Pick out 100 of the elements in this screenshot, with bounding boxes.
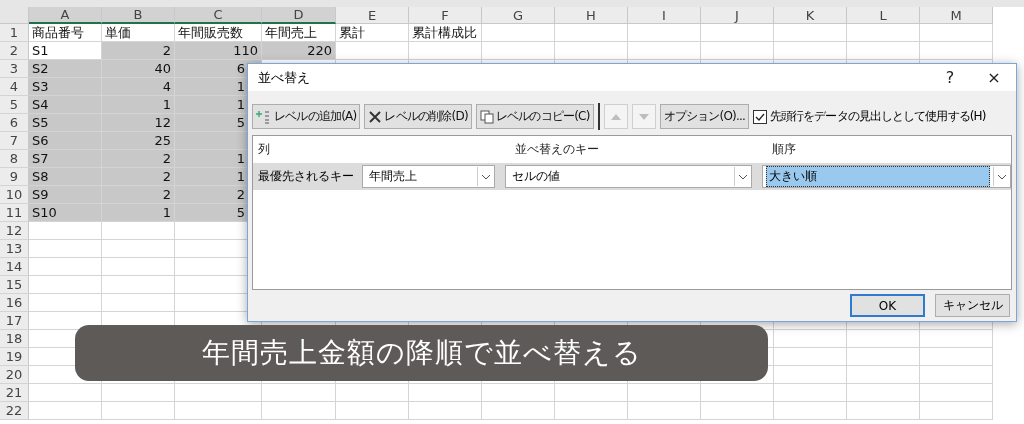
row-header[interactable]: 14	[0, 258, 29, 276]
column-header[interactable]: B	[102, 7, 175, 24]
table-cell[interactable]: 1	[102, 96, 175, 114]
toolbar-button[interactable]: レベルの追加(A)	[252, 104, 361, 129]
table-cell[interactable]	[847, 42, 920, 60]
table-cell[interactable]	[847, 330, 920, 348]
table-cell[interactable]	[920, 348, 993, 366]
row-header[interactable]: 2	[0, 42, 29, 60]
table-cell[interactable]: S3	[29, 78, 102, 96]
row-header[interactable]: 21	[0, 384, 29, 402]
row-header[interactable]: 8	[0, 150, 29, 168]
table-cell[interactable]	[102, 276, 175, 294]
table-cell[interactable]	[482, 402, 555, 420]
table-cell[interactable]: 単価	[102, 24, 175, 42]
table-cell[interactable]: S4	[29, 96, 102, 114]
table-cell[interactable]	[628, 384, 701, 402]
table-cell[interactable]: S7	[29, 150, 102, 168]
dropdown-icon[interactable]	[481, 173, 491, 180]
row-header[interactable]: 5	[0, 96, 29, 114]
row-header[interactable]: 6	[0, 114, 29, 132]
table-cell[interactable]: 25	[102, 132, 175, 150]
table-cell[interactable]	[336, 384, 409, 402]
table-cell[interactable]	[102, 222, 175, 240]
column-header[interactable]: A	[29, 7, 102, 24]
table-cell[interactable]: 2	[102, 42, 175, 60]
table-cell[interactable]	[262, 384, 336, 402]
table-cell[interactable]	[102, 240, 175, 258]
column-header[interactable]: C	[175, 7, 262, 24]
table-cell[interactable]: 110	[175, 42, 262, 60]
column-header[interactable]: G	[482, 7, 555, 24]
table-cell[interactable]	[774, 402, 847, 420]
row-header[interactable]: 16	[0, 294, 29, 312]
table-cell[interactable]	[409, 384, 482, 402]
table-cell[interactable]	[920, 330, 993, 348]
table-cell[interactable]: S2	[29, 60, 102, 78]
table-cell[interactable]	[847, 24, 920, 42]
table-cell[interactable]: 1	[102, 204, 175, 222]
table-cell[interactable]	[774, 42, 847, 60]
table-cell[interactable]	[102, 402, 175, 420]
table-cell[interactable]	[628, 402, 701, 420]
table-cell[interactable]: 2	[102, 168, 175, 186]
table-cell[interactable]	[175, 384, 262, 402]
table-cell[interactable]	[175, 402, 262, 420]
table-cell[interactable]	[628, 42, 701, 60]
column-header[interactable]: L	[847, 7, 920, 24]
table-cell[interactable]	[102, 294, 175, 312]
sort-on-select[interactable]: セルの値	[505, 165, 752, 188]
table-cell[interactable]: 累計構成比	[409, 24, 482, 42]
table-cell[interactable]	[628, 24, 701, 42]
table-cell[interactable]: 2	[102, 150, 175, 168]
table-cell[interactable]	[336, 42, 409, 60]
table-cell[interactable]	[847, 402, 920, 420]
help-button[interactable]: ?	[928, 64, 972, 91]
column-header[interactable]: M	[920, 7, 993, 24]
table-cell[interactable]	[29, 384, 102, 402]
table-cell[interactable]: 40	[102, 60, 175, 78]
row-header[interactable]: 12	[0, 222, 29, 240]
table-cell[interactable]	[482, 24, 555, 42]
table-cell[interactable]: 年間売上	[262, 24, 336, 42]
row-header[interactable]: 22	[0, 402, 29, 420]
table-cell[interactable]	[920, 24, 993, 42]
table-cell[interactable]: S1	[29, 42, 102, 60]
table-cell[interactable]	[701, 384, 774, 402]
table-cell[interactable]	[920, 402, 993, 420]
row-header[interactable]: 4	[0, 78, 29, 96]
table-cell[interactable]	[701, 402, 774, 420]
table-cell[interactable]	[774, 330, 847, 348]
toolbar-button[interactable]: レベルのコピー(C)	[475, 104, 594, 129]
sort-level-row[interactable]: 最優先されるキー 年間売上 セルの値 大きい順	[253, 163, 1011, 190]
row-header[interactable]: 7	[0, 132, 29, 150]
column-header[interactable]: K	[774, 7, 847, 24]
table-cell[interactable]	[774, 366, 847, 384]
close-button[interactable]: ×	[972, 64, 1016, 91]
row-header[interactable]: 3	[0, 60, 29, 78]
table-cell[interactable]: 商品番号	[29, 24, 102, 42]
select-all-corner[interactable]	[0, 7, 29, 24]
table-cell[interactable]	[920, 384, 993, 402]
table-cell[interactable]	[262, 402, 336, 420]
table-cell[interactable]	[29, 312, 102, 330]
row-header[interactable]: 13	[0, 240, 29, 258]
table-cell[interactable]: 220	[262, 42, 336, 60]
table-cell[interactable]	[847, 384, 920, 402]
row-header[interactable]: 18	[0, 330, 29, 348]
table-cell[interactable]	[102, 258, 175, 276]
cancel-button[interactable]: キャンセル	[935, 294, 1010, 317]
table-cell[interactable]: S9	[29, 186, 102, 204]
row-header[interactable]: 11	[0, 204, 29, 222]
table-cell[interactable]	[29, 276, 102, 294]
column-header[interactable]: D	[262, 7, 336, 24]
table-cell[interactable]: 12	[102, 114, 175, 132]
toolbar-button[interactable]: オプション(O)...	[659, 104, 749, 129]
row-header[interactable]: 20	[0, 366, 29, 384]
table-cell[interactable]	[555, 24, 628, 42]
row-header[interactable]: 17	[0, 312, 29, 330]
row-header[interactable]: 9	[0, 168, 29, 186]
table-cell[interactable]: S5	[29, 114, 102, 132]
table-cell[interactable]: 2	[102, 186, 175, 204]
header-checkbox[interactable]: 先頭行をデータの見出しとして使用する(H)	[753, 108, 986, 125]
row-header[interactable]: 10	[0, 186, 29, 204]
table-cell[interactable]	[482, 384, 555, 402]
